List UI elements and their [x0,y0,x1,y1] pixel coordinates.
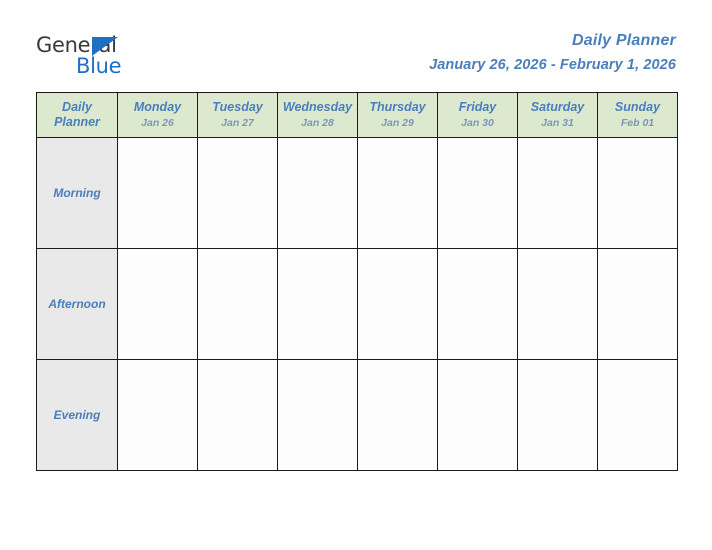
day-name-friday: Friday [458,100,497,114]
table-corner-header: Daily Planner [36,92,118,138]
column-header-friday: Friday Jan 30 [437,92,518,138]
slot-afternoon-thursday[interactable] [357,248,438,360]
planner-table: Daily Planner Monday Jan 26 Tuesday Jan … [36,92,678,471]
slot-afternoon-wednesday[interactable] [277,248,358,360]
slot-afternoon-tuesday[interactable] [197,248,278,360]
slot-afternoon-saturday[interactable] [517,248,598,360]
slot-morning-friday[interactable] [437,137,518,249]
column-header-monday: Monday Jan 26 [117,92,198,138]
slot-evening-tuesday[interactable] [197,359,278,471]
column-header-saturday: Saturday Jan 31 [517,92,598,138]
general-blue-logo: General Blue [36,34,206,80]
column-header-thursday: Thursday Jan 29 [357,92,438,138]
day-name-saturday: Saturday [530,100,585,114]
slot-evening-thursday[interactable] [357,359,438,471]
table-row: Afternoon [36,248,678,360]
slot-evening-monday[interactable] [117,359,198,471]
page-title: Daily Planner [572,32,676,49]
row-label-evening: Evening [36,359,118,471]
date-range-label: January 26, 2026 - February 1, 2026 [429,57,676,73]
slot-morning-tuesday[interactable] [197,137,278,249]
corner-label-line2: Planner [54,115,100,129]
day-date-monday: Jan 26 [141,117,174,129]
row-label-afternoon: Afternoon [36,248,118,360]
day-date-sunday: Feb 01 [620,117,655,129]
row-label-morning: Morning [36,137,118,249]
day-date-friday: Jan 30 [461,117,494,129]
header-row: Daily Planner Monday Jan 26 Tuesday Jan … [36,92,678,138]
slot-evening-saturday[interactable] [517,359,598,471]
day-date-thursday: Jan 29 [381,117,414,129]
table-row: Morning [36,137,678,249]
day-date-saturday: Jan 31 [541,117,574,129]
column-header-sunday: Sunday Feb 01 [597,92,678,138]
slot-afternoon-sunday[interactable] [597,248,678,360]
day-name-monday: Monday [133,100,182,114]
slot-afternoon-monday[interactable] [117,248,198,360]
slot-morning-thursday[interactable] [357,137,438,249]
slot-evening-friday[interactable] [437,359,518,471]
slot-morning-monday[interactable] [117,137,198,249]
slot-evening-wednesday[interactable] [277,359,358,471]
planner-table-head: Daily Planner Monday Jan 26 Tuesday Jan … [36,92,678,138]
day-name-wednesday: Wednesday [282,100,353,114]
title-block: Daily Planner January 26, 2026 - Februar… [429,30,676,76]
slot-morning-sunday[interactable] [597,137,678,249]
logo-text-blue: Blue [76,54,122,78]
column-header-tuesday: Tuesday Jan 27 [197,92,278,138]
slot-morning-saturday[interactable] [517,137,598,249]
day-date-wednesday: Jan 28 [301,117,334,129]
day-name-thursday: Thursday [369,100,426,114]
slot-morning-wednesday[interactable] [277,137,358,249]
day-name-sunday: Sunday [614,100,661,114]
page-header: General Blue Daily Planner January 26, 2… [36,30,676,82]
slot-evening-sunday[interactable] [597,359,678,471]
table-row: Evening [36,359,678,471]
daily-planner-page: General Blue Daily Planner January 26, 2… [0,0,712,550]
day-date-tuesday: Jan 27 [221,117,254,129]
planner-table-body: Morning Afternoon Evening [36,137,678,471]
corner-label-line1: Daily [62,100,92,114]
column-header-wednesday: Wednesday Jan 28 [277,92,358,138]
day-name-tuesday: Tuesday [212,100,263,114]
slot-afternoon-friday[interactable] [437,248,518,360]
